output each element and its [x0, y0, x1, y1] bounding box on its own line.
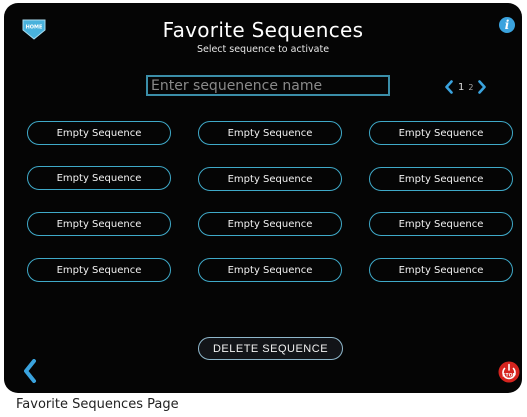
sequence-button[interactable]: Empty Sequence	[369, 121, 513, 145]
sequence-button[interactable]: Empty Sequence	[198, 167, 342, 191]
sequence-button[interactable]: Empty Sequence	[198, 121, 342, 145]
figure-caption: Favorite Sequences Page	[16, 397, 179, 412]
sequence-button[interactable]: Empty Sequence	[198, 212, 342, 236]
sequence-button[interactable]: Empty Sequence	[369, 167, 513, 191]
sequence-grid: Empty Sequence Empty Sequence Empty Sequ…	[4, 3, 522, 393]
sequence-button[interactable]: Empty Sequence	[27, 121, 171, 145]
power-stop-icon[interactable]: STOP	[498, 361, 520, 383]
sequence-button[interactable]: Empty Sequence	[27, 166, 171, 190]
delete-sequence-button[interactable]: DELETE SEQUENCE	[198, 337, 343, 360]
device-screen: HOME i Favorite Sequences Select sequenc…	[4, 3, 522, 393]
sequence-button[interactable]: Empty Sequence	[198, 258, 342, 282]
sequence-button[interactable]: Empty Sequence	[369, 258, 513, 282]
sequence-button[interactable]: Empty Sequence	[369, 212, 513, 236]
sequence-button[interactable]: Empty Sequence	[27, 212, 171, 236]
back-chevron-icon[interactable]	[22, 359, 38, 383]
stop-label: STOP	[502, 372, 516, 378]
sequence-button[interactable]: Empty Sequence	[27, 258, 171, 282]
